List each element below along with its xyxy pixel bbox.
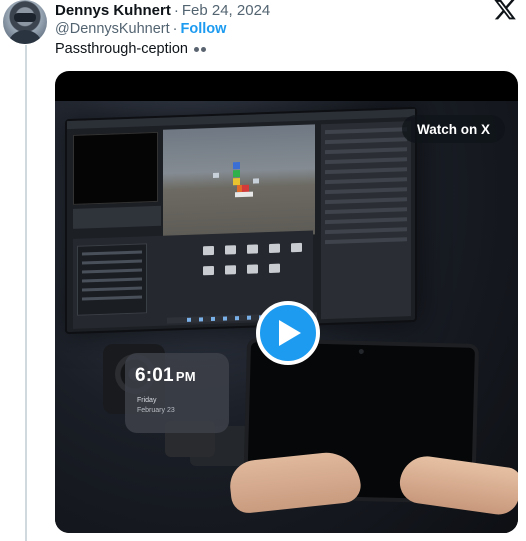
video-player[interactable]: 6:01 PM Friday February 23 Watch on X [55,71,518,533]
separator-dot-2: · [172,21,178,37]
author-name[interactable]: Dennys Kuhnert [55,2,171,19]
folder-icon [247,264,258,274]
editor-toolbar [73,205,161,229]
folder-icon [291,242,302,253]
x-logo-icon[interactable] [494,0,516,20]
avatar-headset [14,13,36,22]
tweet-date[interactable]: Feb 24, 2024 [182,2,270,19]
folder-icon [269,263,280,274]
tweet-text: Passthrough-ception [55,40,206,58]
handle-row: @DennysKuhnert · Follow [55,20,226,38]
folder-icon [269,243,280,254]
folder-icon [247,244,258,254]
clock-date: February 23 [137,407,175,414]
folder-icon [225,245,236,255]
editor-popup-panel [77,243,147,316]
watch-on-x-button[interactable]: Watch on X [402,115,505,143]
monitor [65,106,417,335]
separator-dot: · [173,1,179,19]
play-icon [279,320,301,346]
right-hand [397,452,518,518]
scene-cube [233,170,240,178]
clock-day: Friday [137,397,157,404]
scene-gizmo [253,178,259,184]
eyes-emoji-icon [194,46,206,52]
folder-icon [203,245,214,256]
editor-scene-view [163,124,315,240]
avatar-shoulders [7,30,43,44]
clock-widget: 6:01 PM Friday February 23 [125,353,229,433]
folder-icon [203,265,214,276]
scene-gizmo [213,172,219,178]
clock-time: 6:01 [135,365,174,386]
scene-base [235,191,253,198]
follow-button[interactable]: Follow [181,21,227,37]
tweet-header: Dennys Kuhnert · Feb 24, 2024 [55,0,270,20]
tweet-body: Passthrough-ception [55,41,188,57]
scene-cube [233,162,240,170]
video-frame: 6:01 PM Friday February 23 Watch on X [55,101,518,533]
play-button[interactable] [256,301,320,365]
editor-game-view [73,131,158,205]
clock-ampm: PM [175,369,196,384]
avatar[interactable] [3,0,47,44]
clock-time-row: 6:01 PM [135,365,196,387]
author-handle[interactable]: @DennysKuhnert [55,21,170,37]
editor-inspector [321,121,411,320]
thread-line [25,45,27,541]
folder-icon [225,265,236,275]
